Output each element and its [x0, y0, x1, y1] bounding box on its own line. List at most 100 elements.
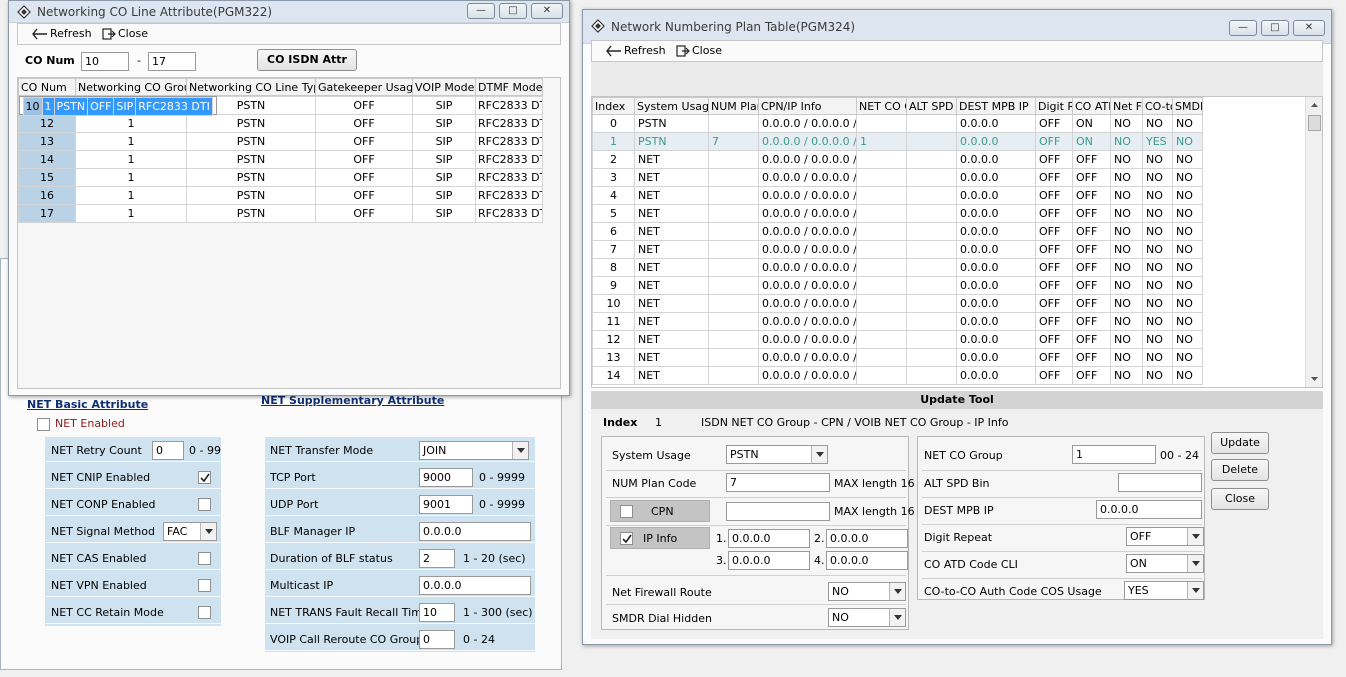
cell[interactable]: NO	[1172, 186, 1203, 205]
refresh-button[interactable]: Refresh	[32, 27, 92, 43]
cell[interactable]: 0.0.0.0 / 0.0.0.0 /	[758, 222, 857, 241]
close-button[interactable]: Close	[676, 44, 722, 60]
cell[interactable]: OFF	[315, 186, 413, 205]
cell[interactable]: NET	[634, 366, 709, 385]
digit-repeat-select[interactable]: OFF	[1126, 527, 1204, 546]
cell[interactable]: 2	[592, 150, 635, 169]
cell[interactable]	[906, 258, 957, 277]
cell[interactable]: 7	[592, 240, 635, 259]
minimize-button[interactable]: —	[1229, 20, 1257, 36]
ip4-input[interactable]: 0.0.0.0	[826, 551, 908, 570]
cell[interactable]: RFC2833 DTI	[135, 97, 213, 116]
cell[interactable]: OFF	[1072, 186, 1111, 205]
col-smdr[interactable]: SMDR	[1172, 97, 1203, 115]
cell[interactable]: NO	[1110, 240, 1143, 259]
minimize-button[interactable]: —	[467, 3, 495, 19]
chevron-down-icon[interactable]	[1187, 582, 1203, 599]
cell[interactable]	[906, 312, 957, 331]
cell[interactable]: OFF	[1035, 258, 1073, 277]
cell[interactable]: NO	[1110, 222, 1143, 241]
cell[interactable]	[708, 150, 759, 169]
cell[interactable]: PSTN	[186, 168, 316, 187]
cell[interactable]: NET	[634, 204, 709, 223]
cell[interactable]: 0.0.0.0 / 0.0.0.0 /	[758, 240, 857, 259]
cell[interactable]: 1	[75, 150, 187, 169]
cell[interactable]: NET	[634, 258, 709, 277]
cell[interactable]: NO	[1110, 204, 1143, 223]
col-alt-spd[interactable]: ALT SPD	[906, 97, 957, 115]
cell[interactable]: 0.0.0.0	[956, 168, 1036, 187]
cell[interactable]: 11	[592, 312, 635, 331]
cell[interactable]: NET	[634, 240, 709, 259]
cell[interactable]: 1	[75, 204, 187, 223]
cell[interactable]: OFF	[1035, 348, 1073, 367]
cell[interactable]: 0.0.0.0 / 0.0.0.0 /	[758, 114, 857, 133]
cell[interactable]: 1	[856, 132, 907, 151]
table-row[interactable]: 17 1 PSTN OFF SIP RFC2833 DTI	[18, 204, 543, 223]
ip-info-toggle[interactable]: IP Info	[610, 527, 710, 549]
cell[interactable]: OFF	[1072, 276, 1111, 295]
cell[interactable]	[906, 294, 957, 313]
cell[interactable]: NO	[1110, 312, 1143, 331]
cell[interactable]: NO	[1142, 186, 1173, 205]
cell[interactable]: RFC2833 DTI	[475, 114, 543, 133]
cell[interactable]: NET	[634, 222, 709, 241]
cell[interactable]: 1	[75, 186, 187, 205]
cell[interactable]: PSTN	[186, 114, 316, 133]
col-co-num[interactable]: CO Num	[18, 78, 76, 96]
cell[interactable]	[856, 186, 907, 205]
cell[interactable]: OFF	[1072, 366, 1111, 385]
cell[interactable]: NO	[1110, 348, 1143, 367]
cell[interactable]: 14	[18, 150, 76, 169]
cell[interactable]: 0.0.0.0	[956, 132, 1036, 151]
cell[interactable]: NO	[1172, 258, 1203, 277]
cell[interactable]	[856, 312, 907, 331]
ip2-input[interactable]: 0.0.0.0	[826, 529, 908, 548]
cell[interactable]: OFF	[1035, 240, 1073, 259]
cell[interactable]: 3	[592, 168, 635, 187]
cell[interactable]	[856, 222, 907, 241]
cell[interactable]: NO	[1142, 312, 1173, 331]
cell[interactable]: 1	[75, 168, 187, 187]
cell[interactable]: 1	[592, 132, 635, 151]
cell[interactable]: NO	[1110, 330, 1143, 349]
multicast-ip-input[interactable]: 0.0.0.0	[419, 576, 531, 595]
cell[interactable]: 0.0.0.0 / 0.0.0.0 /	[758, 258, 857, 277]
cell[interactable]: OFF	[1035, 276, 1073, 295]
cell[interactable]: 0.0.0.0 / 0.0.0.0 /	[758, 366, 857, 385]
net-transfer-mode-select[interactable]: JOIN	[419, 441, 529, 460]
cell[interactable]: ON	[1072, 114, 1111, 133]
col-co-to-co[interactable]: CO-to	[1142, 97, 1173, 115]
net-cas-checkbox[interactable]	[198, 552, 211, 565]
close-window-button[interactable]: ✕	[1293, 20, 1325, 36]
chevron-down-icon[interactable]	[811, 446, 827, 463]
cell[interactable]: OFF	[1072, 330, 1111, 349]
cell[interactable]: 0.0.0.0	[956, 276, 1036, 295]
cell[interactable]	[708, 186, 759, 205]
cell[interactable]: 6	[592, 222, 635, 241]
cell[interactable]: 0.0.0.0	[956, 348, 1036, 367]
col-dtmf-mode[interactable]: DTMF Mode	[475, 78, 543, 96]
cell[interactable]: NO	[1172, 168, 1203, 187]
ip-info-checkbox[interactable]	[620, 532, 633, 545]
cell[interactable]: NO	[1172, 330, 1203, 349]
cell[interactable]: SIP	[412, 132, 476, 151]
net-retry-count-input[interactable]: 0	[152, 441, 184, 460]
cell[interactable]: 5	[592, 204, 635, 223]
cell[interactable]: 0.0.0.0	[956, 150, 1036, 169]
cell[interactable]: NO	[1172, 132, 1203, 151]
cell[interactable]	[708, 330, 759, 349]
cell[interactable]: OFF	[87, 97, 115, 116]
cell[interactable]	[906, 222, 957, 241]
net-co-group-input[interactable]: 1	[1072, 445, 1156, 464]
cell[interactable]	[856, 294, 907, 313]
title-bar[interactable]: Network Numbering Plan Table(PGM324) — □…	[583, 10, 1331, 44]
cpn-toggle[interactable]: CPN	[610, 500, 710, 522]
net-enabled-checkbox[interactable]	[37, 418, 50, 431]
cell[interactable]: 0.0.0.0 / 0.0.0.0 /	[758, 186, 857, 205]
cell[interactable]: NO	[1142, 240, 1173, 259]
trans-fault-recall-input[interactable]: 10	[419, 603, 455, 622]
cell[interactable]: RFC2833 DTI	[475, 150, 543, 169]
cell[interactable]	[856, 240, 907, 259]
cell[interactable]: 10	[592, 294, 635, 313]
